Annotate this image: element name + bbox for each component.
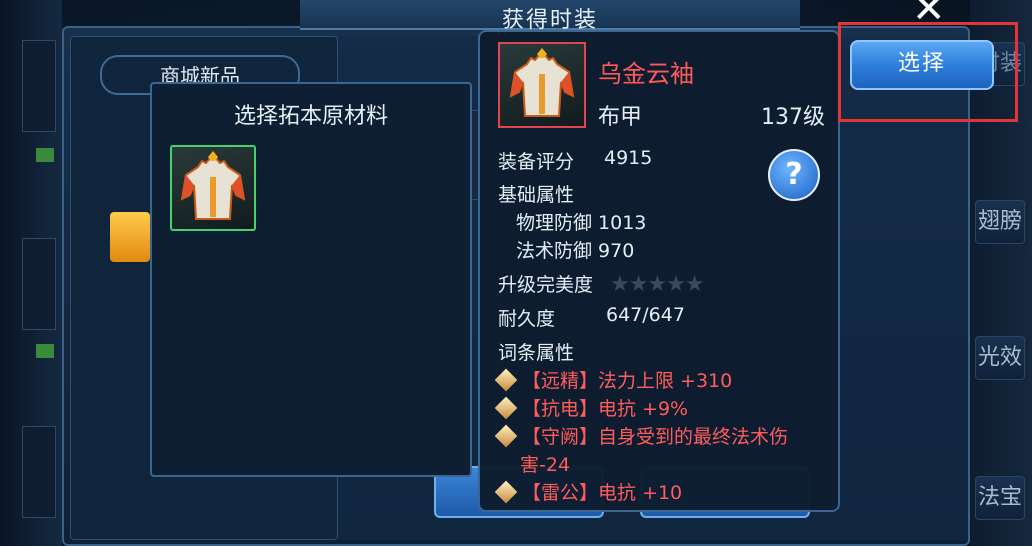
base-attributes-label: 基础属性	[498, 184, 575, 206]
score-value: 4915	[604, 147, 653, 169]
item-type: 布甲	[598, 105, 643, 130]
left-equip-slot[interactable]	[22, 238, 56, 330]
shop-open-button[interactable]	[110, 212, 150, 262]
item-name: 乌金云袖	[598, 60, 694, 88]
material-item-slot[interactable]	[170, 145, 256, 231]
left-slot-tag	[36, 148, 54, 162]
diamond-bullet-icon	[494, 424, 518, 448]
tab-effects[interactable]: 光效	[975, 336, 1025, 380]
tab-magic-treasure[interactable]: 法宝	[975, 476, 1025, 520]
affix-line: 【抗电】电抗 +9%	[494, 394, 688, 421]
left-equip-slot[interactable]	[22, 426, 56, 518]
affix-attributes-label: 词条属性	[498, 342, 575, 364]
diamond-bullet-icon	[494, 396, 518, 420]
robe-icon	[509, 48, 575, 117]
affix-line: 【雷公】电抗 +10	[494, 478, 682, 505]
diamond-bullet-icon	[494, 368, 518, 392]
item-level: 137级	[761, 105, 825, 130]
material-panel-title: 选择拓本原材料	[233, 104, 388, 129]
material-panel	[150, 82, 472, 477]
magic-defense: 法术防御 970	[516, 240, 635, 262]
affix-line-continuation: 害-24	[520, 454, 571, 476]
left-equip-slot[interactable]	[22, 40, 56, 132]
tab-wings[interactable]: 翅膀	[975, 200, 1025, 244]
robe-icon	[180, 151, 246, 220]
durability-label: 耐久度	[498, 308, 556, 330]
affix-line: 【远精】法力上限 +310	[494, 366, 732, 393]
help-icon[interactable]: ?	[768, 149, 820, 201]
left-slot-tag	[36, 344, 54, 358]
upgrade-stars: ★★★★★	[610, 272, 705, 297]
durability-value: 647/647	[606, 304, 685, 326]
physical-defense: 物理防御 1013	[516, 212, 647, 234]
affix-line: 【守阙】自身受到的最终法术伤	[494, 422, 788, 449]
tooltip-item-icon	[498, 42, 586, 128]
diamond-bullet-icon	[494, 480, 518, 504]
upgrade-perfection-label: 升级完美度	[498, 274, 594, 296]
select-button[interactable]: 选择	[850, 40, 994, 90]
score-label: 装备评分	[498, 151, 575, 173]
